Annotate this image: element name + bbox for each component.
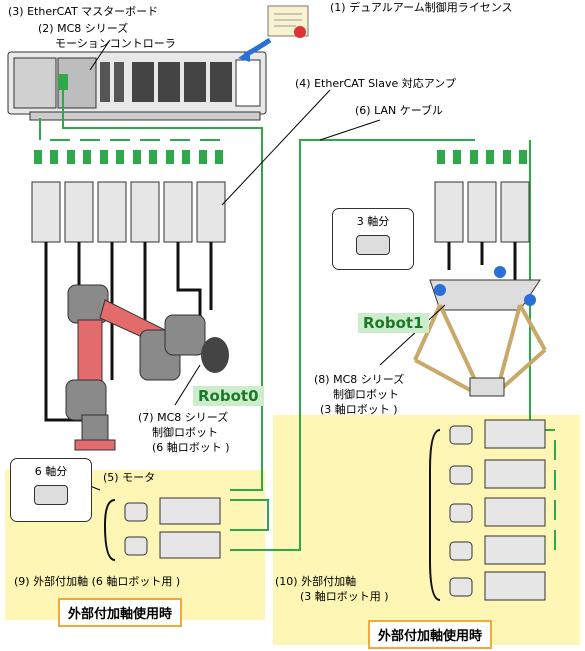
robot1-label-3: (3 軸ロボット ): [320, 403, 398, 416]
slave-amps-left: [31, 181, 226, 243]
ext10-label-2: (3 軸ロボット用 ): [300, 590, 389, 603]
rj45-connectors-left: [34, 150, 223, 164]
robot0-name: Robot0: [193, 386, 264, 406]
axis-box-three: 3 軸分: [332, 208, 414, 270]
motion-controller: [7, 51, 267, 121]
robot1-label-1: (8) MC8 シリーズ: [314, 373, 405, 386]
robot1-label-2: 制御ロボット: [333, 388, 399, 401]
motor-label: (5) モータ: [103, 471, 156, 484]
callout-left: 外部付加軸使用時: [58, 598, 183, 627]
slave-amps-right: [434, 181, 530, 243]
robot0-label-3: (6 軸ロボット ): [152, 441, 230, 454]
ext10-label-1: (10) 外部付加軸: [275, 575, 357, 588]
controller-label-2: モーションコントローラ: [55, 37, 176, 50]
ext9-label: (9) 外部付加軸 (6 軸ロボット用 ): [14, 575, 181, 588]
robot0-label-2: 制御ロボット: [152, 426, 218, 439]
robot1-delta: [413, 266, 547, 397]
axis-box-three-label: 3 軸分: [356, 215, 390, 228]
system-diagram: [7, 5, 556, 601]
controller-label-1: (2) MC8 シリーズ: [38, 22, 129, 35]
slave-amp-label: (4) EtherCAT Slave 対応アンプ: [295, 77, 456, 90]
lan-cable-label: (6) LAN ケーブル: [355, 104, 444, 117]
ext-axes-right: [449, 419, 546, 601]
motor-icon-2: [34, 485, 68, 505]
robot1-name: Robot1: [358, 313, 429, 333]
license-certificate-icon: [267, 5, 309, 38]
callout-right: 外部付加軸使用時: [368, 620, 493, 649]
motor-icon: [356, 235, 390, 255]
rj45-connectors-right: [437, 150, 527, 164]
axis-box-six-label: 6 軸分: [34, 465, 68, 478]
master-board-label: (3) EtherCAT マスターボード: [8, 5, 159, 18]
ext-axes-left: [124, 497, 221, 559]
axis-box-six: 6 軸分: [10, 458, 92, 522]
license-label: (1) デュアルアーム制御用ライセンス: [330, 1, 513, 14]
robot0-label-1: (7) MC8 シリーズ: [138, 411, 229, 424]
